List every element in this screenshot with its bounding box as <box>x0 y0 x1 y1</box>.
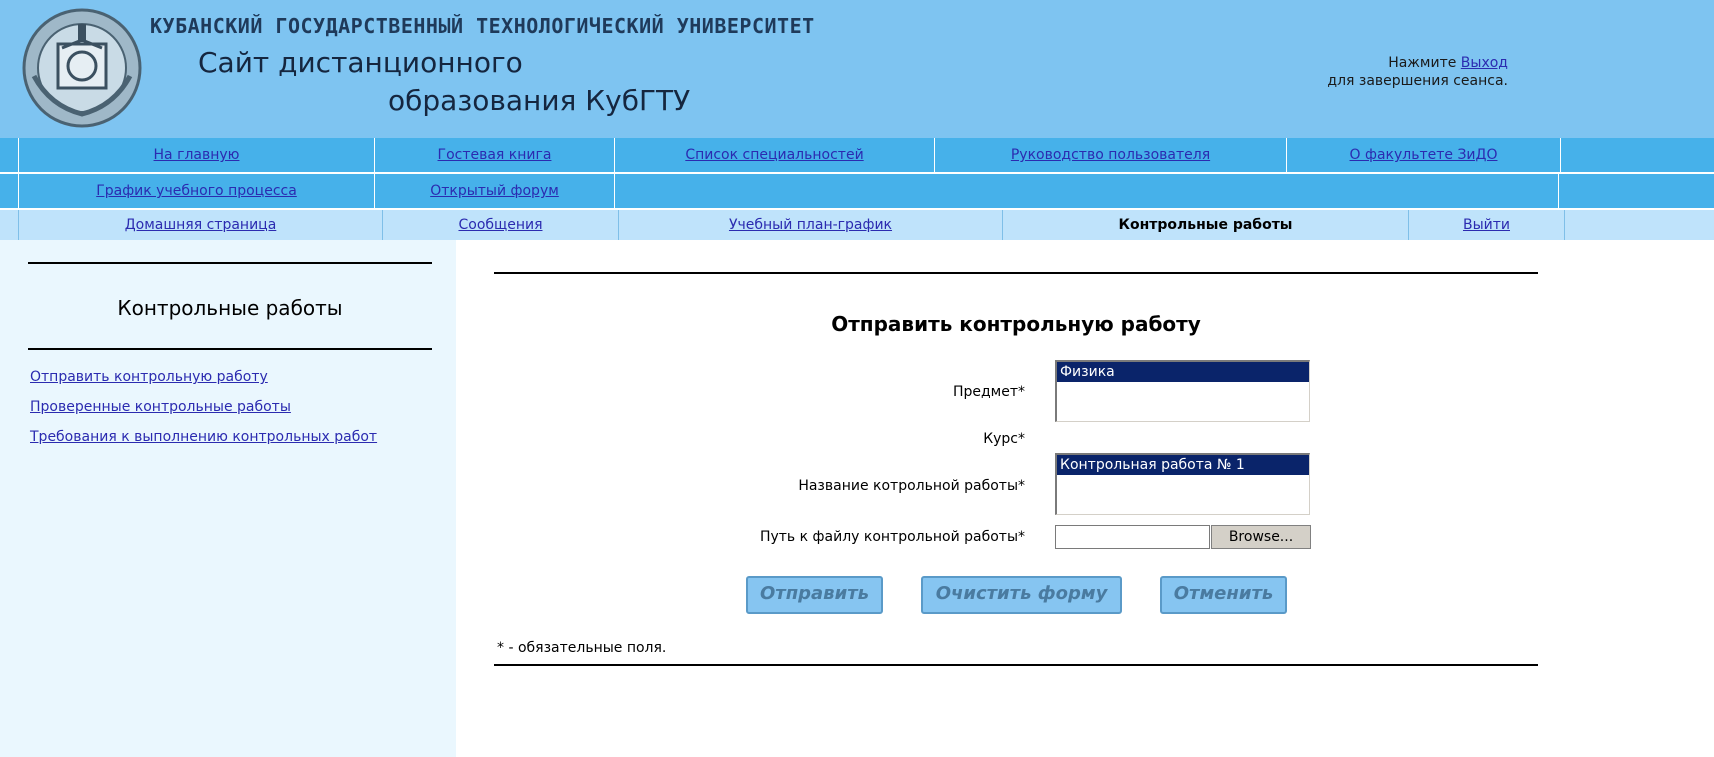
work-title-option-selected[interactable]: Контрольная работа № 1 <box>1057 455 1309 475</box>
sidebar-link-send-test[interactable]: Отправить контрольную работу <box>30 369 268 385</box>
work-title-label: Название котрольной работы* <box>798 478 1025 494</box>
user-nav-plan-link[interactable]: Учебный план-график <box>729 217 892 233</box>
university-name: КУБАНСКИЙ ГОСУДАРСТВЕННЫЙ ТЕХНОЛОГИЧЕСКИ… <box>150 14 815 38</box>
nav-faculty-link[interactable]: О факультете ЗиДО <box>1350 147 1498 163</box>
session-notice: Нажмите Выход для завершения сеанса. <box>1208 54 1508 90</box>
main-divider-bottom <box>494 664 1538 666</box>
sidebar-divider-bottom <box>28 348 432 350</box>
subject-label: Предмет* <box>952 384 1025 400</box>
session-prefix: Нажмите <box>1388 55 1461 71</box>
sidebar-link-requirements[interactable]: Требования к выполнению контрольных рабо… <box>30 429 377 445</box>
sidebar-divider-top <box>28 262 432 264</box>
browse-button[interactable]: Browse... <box>1211 525 1311 549</box>
session-suffix: для завершения сеанса. <box>1327 73 1508 89</box>
course-label: Курс* <box>983 431 1025 447</box>
user-nav-tests-active: Контрольные работы <box>1118 217 1293 233</box>
nav-user-guide-link[interactable]: Руководство пользователя <box>1011 147 1210 163</box>
work-title-listbox[interactable]: Контрольная работа № 1 <box>1055 453 1310 515</box>
main-divider-top <box>494 272 1538 274</box>
exit-link[interactable]: Выход <box>1461 55 1508 71</box>
nav-home-link[interactable]: На главную <box>154 147 240 163</box>
nav-forum-link[interactable]: Открытый форум <box>430 183 559 199</box>
user-nav-home-link[interactable]: Домашняя страница <box>125 217 277 233</box>
sidebar-link-checked-tests[interactable]: Проверенные контрольные работы <box>30 399 291 415</box>
site-title-line2: образования КубГТУ <box>388 84 691 117</box>
form-title: Отправить контрольную работу <box>831 312 1201 336</box>
subject-listbox[interactable]: Физика <box>1055 360 1310 422</box>
clear-form-button[interactable]: Очистить форму <box>921 576 1122 614</box>
sidebar-links: Отправить контрольную работу Проверенные… <box>30 366 377 456</box>
nav-specialties-link[interactable]: Список специальностей <box>685 147 863 163</box>
nav-guestbook-link[interactable]: Гостевая книга <box>438 147 552 163</box>
subject-option-selected[interactable]: Физика <box>1057 362 1309 382</box>
main-nav: На главную Гостевая книга Список специал… <box>0 138 1714 172</box>
site-title-line1: Сайт дистанционного <box>198 46 523 79</box>
secondary-nav: График учебного процесса Открытый форум <box>0 174 1714 208</box>
site-header: КУБАНСКИЙ ГОСУДАРСТВЕННЫЙ ТЕХНОЛОГИЧЕСКИ… <box>0 0 1714 138</box>
submit-button[interactable]: Отправить <box>746 576 883 614</box>
user-nav-messages-link[interactable]: Сообщения <box>458 217 542 233</box>
sidebar-title: Контрольные работы <box>117 296 343 320</box>
user-nav: Домашняя страница Сообщения Учебный план… <box>0 210 1714 240</box>
required-fields-note: * - обязательные поля. <box>497 640 667 656</box>
cancel-button[interactable]: Отменить <box>1160 576 1287 614</box>
nav-schedule-link[interactable]: График учебного процесса <box>96 183 297 199</box>
file-path-label: Путь к файлу контрольной работы* <box>759 529 1025 545</box>
file-path-input[interactable] <box>1055 525 1210 549</box>
university-logo-icon <box>22 8 142 128</box>
user-nav-logout-link[interactable]: Выйти <box>1463 217 1510 233</box>
